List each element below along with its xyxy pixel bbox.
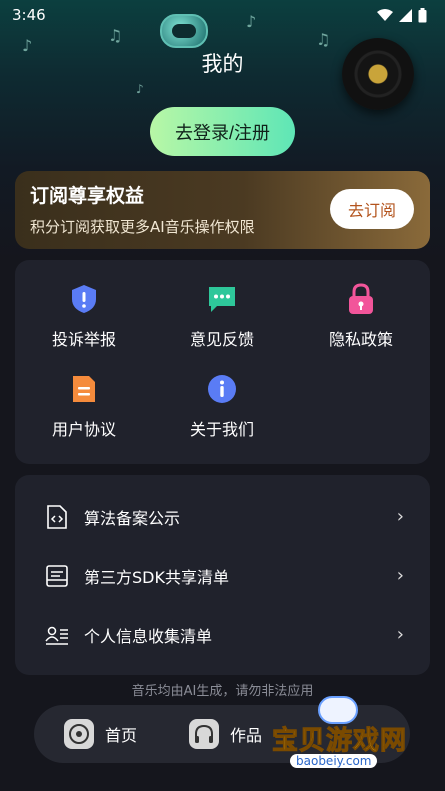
- list-item-label: 算法备案公示: [84, 508, 181, 528]
- id-card-icon: [45, 623, 69, 647]
- chevron-right-icon: ›: [396, 624, 404, 645]
- grid-item-feedback[interactable]: 意见反馈: [153, 260, 291, 349]
- tab-works[interactable]: 作品: [189, 718, 262, 750]
- login-register-button[interactable]: 去登录/注册: [150, 107, 295, 156]
- service-grid: 投诉举报 意见反馈 隐私政策 用户协议 关于我们: [15, 260, 430, 464]
- subscribe-button[interactable]: 去订阅: [330, 189, 414, 229]
- page-title: 我的: [201, 52, 244, 76]
- chevron-right-icon: ›: [396, 506, 404, 527]
- list-item-label: 第三方SDK共享清单: [84, 567, 229, 587]
- chevron-right-icon: ›: [396, 565, 404, 586]
- info-icon: [207, 374, 237, 404]
- signal-icon: [399, 8, 412, 22]
- lock-icon: [346, 283, 376, 314]
- robot-mascot-icon: [160, 14, 208, 48]
- grid-item-agreement[interactable]: 用户协议: [15, 350, 153, 439]
- grid-item-about[interactable]: 关于我们: [153, 350, 291, 439]
- music-note-icon: ♪: [136, 82, 144, 96]
- watermark-url: baobeiy.com: [290, 754, 378, 768]
- music-note-icon: ♪: [246, 12, 257, 31]
- grid-item-label: 关于我们: [189, 420, 254, 439]
- shield-alert-icon: [69, 284, 99, 314]
- clipboard-list-icon: [45, 564, 69, 588]
- list-item-algorithm[interactable]: 算法备案公示 ›: [15, 487, 430, 546]
- tab-label: 首页: [105, 726, 138, 745]
- tab-home[interactable]: 首页: [64, 718, 137, 750]
- status-time: 3:46: [12, 6, 46, 24]
- watermark-text: 宝贝游戏网: [271, 726, 408, 757]
- headphones-icon: [189, 719, 219, 749]
- code-file-icon: [45, 504, 69, 529]
- disc-icon: [64, 719, 94, 749]
- grid-item-privacy[interactable]: 隐私政策: [292, 260, 430, 349]
- wifi-icon: [377, 8, 393, 21]
- info-list: 算法备案公示 › 第三方SDK共享清单 › 个人信息收集清单 ›: [15, 475, 430, 675]
- status-icons: [377, 7, 427, 23]
- battery-icon: [418, 7, 427, 22]
- list-item-label: 个人信息收集清单: [84, 626, 213, 646]
- grid-item-label: 隐私政策: [328, 330, 393, 349]
- grid-item-label: 投诉举报: [51, 330, 116, 349]
- list-item-sdk[interactable]: 第三方SDK共享清单 ›: [15, 546, 430, 605]
- music-note-icon: ♫: [316, 30, 331, 49]
- chat-bubble-icon: [207, 284, 237, 314]
- list-item-personal-info[interactable]: 个人信息收集清单 ›: [15, 605, 430, 664]
- grid-item-report[interactable]: 投诉举报: [15, 260, 153, 349]
- document-icon: [69, 374, 99, 404]
- music-note-icon: ♫: [108, 26, 123, 45]
- status-bar: 3:46: [0, 0, 445, 30]
- watermark-logo: 宝贝游戏网 baobeiy.com: [266, 696, 416, 776]
- grid-item-label: 意见反馈: [189, 330, 254, 349]
- grid-item-label: 用户协议: [51, 420, 116, 439]
- subscription-banner: 订阅尊享权益 积分订阅获取更多AI音乐操作权限 去订阅: [15, 171, 430, 249]
- tab-label: 作品: [230, 726, 263, 745]
